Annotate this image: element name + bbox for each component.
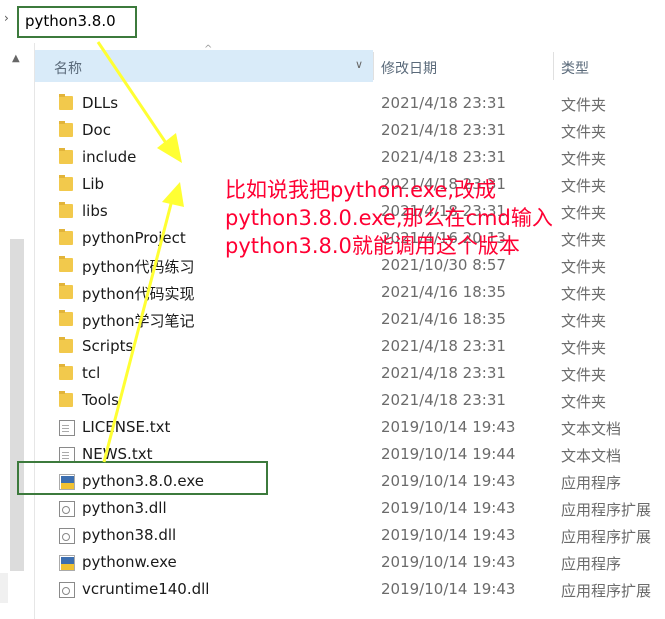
arrow-line xyxy=(96,41,170,147)
annotation-line: python3.8.0就能调用这个版本 xyxy=(225,234,520,258)
arrow-line xyxy=(102,199,174,463)
annotation-arrows xyxy=(96,41,184,463)
arrow-head xyxy=(162,182,184,207)
annotation-line: 比如说我把python.exe,改成 xyxy=(225,178,497,202)
annotation-line: python3.8.0.exe,那么在cmd输入 xyxy=(225,206,553,230)
annotation-text: 比如说我把python.exe,改成 python3.8.0.exe,那么在cm… xyxy=(225,176,585,260)
